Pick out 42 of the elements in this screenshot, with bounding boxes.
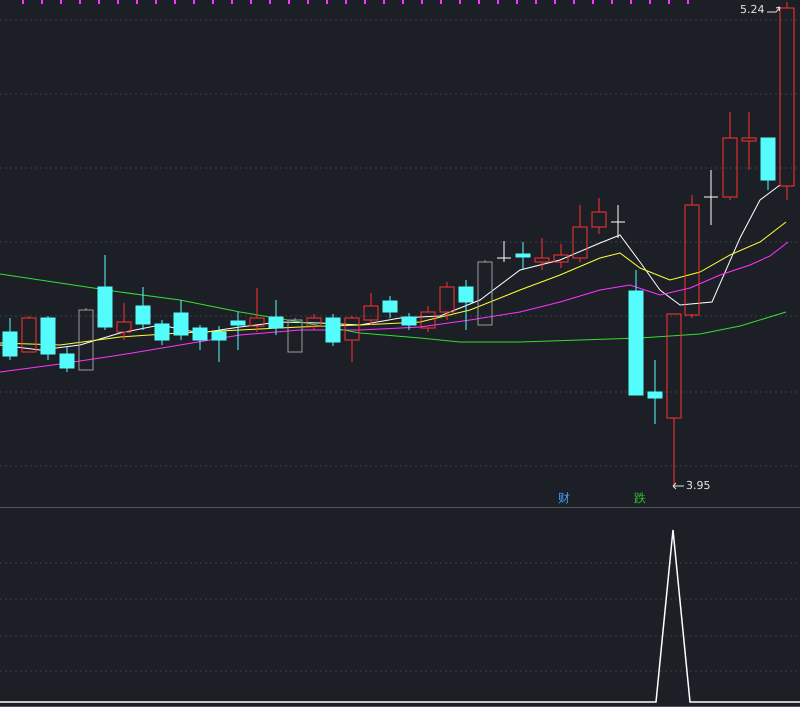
- candlestick: [136, 286, 150, 330]
- candlestick: [554, 244, 568, 268]
- candlestick: [212, 326, 226, 362]
- candlestick: [496, 240, 512, 262]
- candlestick: [288, 318, 302, 352]
- candlestick: [760, 138, 776, 190]
- candlestick: [440, 282, 454, 320]
- candlestick: [402, 312, 416, 330]
- candlestick: [382, 296, 398, 318]
- candlestick: [344, 316, 360, 362]
- signal-marker: 财: [558, 490, 570, 507]
- candlestick: [704, 170, 718, 226]
- candlestick: [458, 280, 474, 330]
- high-price-label: 5.24: [740, 3, 764, 16]
- low-price-label: 3.95: [686, 479, 710, 492]
- arrow-icon: [672, 482, 684, 490]
- candlestick: [326, 314, 340, 346]
- candlestick: [250, 288, 264, 332]
- candlestick: [22, 316, 36, 352]
- candlestick: [534, 238, 550, 270]
- candlestick: [364, 292, 378, 326]
- candlestick: [230, 312, 246, 350]
- candlestick: [478, 260, 492, 326]
- candlestick: [116, 302, 132, 340]
- candlestick: [40, 316, 56, 360]
- candlestick: [742, 112, 756, 170]
- candlestick: [648, 360, 662, 424]
- candlestick: [610, 204, 626, 238]
- candlestick: [592, 198, 606, 234]
- candlestick: [268, 300, 284, 336]
- candlestick: [174, 300, 188, 340]
- candlestick: [154, 320, 170, 346]
- candlestick: [306, 314, 322, 330]
- candlestick: [572, 204, 588, 262]
- candlestick: [78, 308, 94, 370]
- candlestick: [60, 346, 74, 372]
- candlestick: [420, 306, 436, 332]
- candlestick: [192, 324, 208, 350]
- candlestick: [2, 318, 18, 360]
- candlestick: [516, 242, 530, 270]
- signal-marker: 跌: [634, 490, 646, 507]
- arrow-icon: [766, 4, 780, 14]
